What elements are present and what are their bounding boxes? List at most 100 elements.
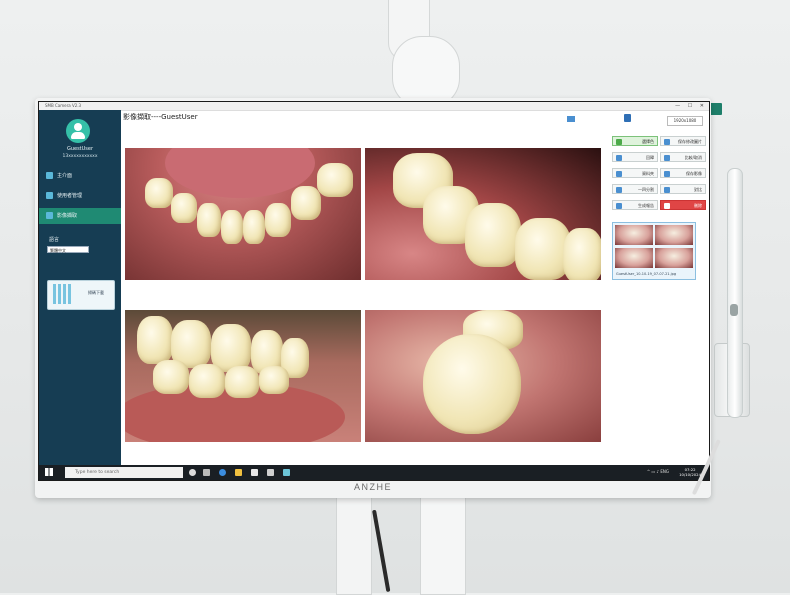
sidebar-item-label: 影像擷取 bbox=[57, 213, 78, 219]
generate-report-button[interactable]: 生成報告 bbox=[612, 200, 658, 210]
window-title: SMB Camera V2.3 bbox=[45, 103, 82, 108]
sidebar-item-label: 使用者管理 bbox=[57, 193, 83, 199]
sidebar-item-label: 主介面 bbox=[57, 173, 73, 179]
mail-icon[interactable] bbox=[267, 469, 274, 476]
system-tray[interactable]: ^ ▭ ♪ ENG bbox=[647, 469, 669, 474]
grid-icon bbox=[616, 187, 622, 193]
tooth bbox=[225, 366, 259, 398]
shield-icon[interactable] bbox=[624, 114, 631, 122]
tooth bbox=[221, 210, 243, 244]
language-label: 語言 bbox=[49, 237, 60, 243]
user-id: 13xxxxxxxxxxx bbox=[62, 154, 98, 159]
tooth bbox=[145, 178, 173, 208]
save-image-button[interactable]: 保存影像 bbox=[660, 168, 706, 178]
mount-arm-bottom-left bbox=[336, 496, 372, 595]
cloud-icon bbox=[664, 171, 670, 177]
video-icon[interactable] bbox=[567, 116, 575, 122]
capture-photo-1[interactable] bbox=[125, 148, 361, 280]
camera-icon bbox=[46, 212, 53, 219]
capture-photo-4[interactable] bbox=[365, 310, 601, 442]
compare-icon bbox=[664, 155, 670, 161]
button-label: 選擇色 bbox=[642, 139, 654, 144]
contrast-icon bbox=[664, 187, 670, 193]
monitor-brand-logo: ANZHE bbox=[353, 482, 392, 492]
report-icon bbox=[616, 203, 622, 209]
compare-cancel-button[interactable]: 比較/取消 bbox=[660, 152, 706, 162]
thumbnail-2[interactable] bbox=[655, 225, 693, 245]
delete-button[interactable]: 刪除 bbox=[660, 200, 706, 210]
folder-icon bbox=[616, 171, 622, 177]
tooth bbox=[265, 203, 291, 237]
tooth bbox=[153, 360, 189, 394]
mount-arm-bottom-right bbox=[420, 496, 466, 595]
camera-button[interactable] bbox=[730, 304, 738, 316]
tooth bbox=[259, 366, 289, 394]
button-label: 資料夾 bbox=[642, 171, 654, 176]
page-title: 影像擷取----GuestUser bbox=[123, 113, 198, 121]
taskbar-search-input[interactable]: Type here to search bbox=[65, 467, 183, 478]
button-label: 保存修改圖片 bbox=[678, 139, 702, 144]
tooth bbox=[317, 163, 353, 197]
window-titlebar: SMB Camera V2.3 — ☐ ✕ bbox=[39, 102, 709, 111]
molar bbox=[423, 334, 521, 434]
button-label: 比較/取消 bbox=[684, 155, 702, 160]
tooth bbox=[563, 228, 601, 280]
capture-photo-2[interactable] bbox=[365, 148, 601, 280]
folder-button[interactable]: 資料夾 bbox=[612, 168, 658, 178]
tooth bbox=[197, 203, 221, 237]
undo-icon bbox=[616, 155, 622, 161]
undo-button[interactable]: 回歸 bbox=[612, 152, 658, 162]
button-label: 一四分割 bbox=[638, 187, 654, 192]
button-label: 保存影像 bbox=[686, 171, 702, 176]
qr-download-card[interactable]: 掃碼下載 bbox=[47, 280, 115, 310]
button-label: 對比 bbox=[694, 187, 702, 192]
sidebar-item-image-capture[interactable]: 影像擷取 bbox=[39, 208, 121, 224]
cortana-icon[interactable] bbox=[189, 469, 196, 476]
tooth bbox=[465, 203, 521, 267]
tooth bbox=[243, 210, 265, 244]
sidebar: GuestUser 13xxxxxxxxxxx 主介面 使用者管理 影像擷取 語… bbox=[39, 110, 121, 465]
task-view-icon[interactable] bbox=[203, 469, 210, 476]
monitor: SMB Camera V2.3 — ☐ ✕ GuestUser 13xxxxxx… bbox=[35, 98, 711, 498]
language-select[interactable]: 繁體中文 bbox=[47, 246, 89, 253]
sidebar-item-home[interactable]: 主介面 bbox=[39, 168, 121, 184]
taskbar-clock[interactable]: 07:22 10/10/2024 bbox=[679, 467, 701, 477]
tooth bbox=[137, 316, 173, 364]
user-icon bbox=[46, 192, 53, 199]
app-icon[interactable] bbox=[283, 469, 290, 476]
sidebar-item-user-management[interactable]: 使用者管理 bbox=[39, 188, 121, 204]
color-icon bbox=[616, 139, 622, 145]
home-icon bbox=[46, 172, 53, 179]
intraoral-camera[interactable] bbox=[727, 168, 743, 418]
save-edited-image-button[interactable]: 保存修改圖片 bbox=[660, 136, 706, 146]
thumbnail-panel[interactable]: GuestUser_10-10-19_07-07-21.jpg bbox=[612, 222, 696, 280]
window-controls[interactable]: — ☐ ✕ bbox=[675, 102, 707, 110]
avatar[interactable] bbox=[66, 119, 90, 143]
clock-date: 10/10/2024 bbox=[679, 472, 701, 477]
contrast-button[interactable]: 對比 bbox=[660, 184, 706, 194]
resolution-select[interactable]: 1920x1080 bbox=[667, 116, 703, 126]
tooth bbox=[291, 186, 321, 220]
windows-start-icon[interactable] bbox=[45, 468, 53, 476]
color-select-button[interactable]: 選擇色 bbox=[612, 136, 658, 146]
tooth bbox=[171, 193, 197, 223]
power-cable bbox=[372, 509, 391, 593]
quad-split-button[interactable]: 一四分割 bbox=[612, 184, 658, 194]
taskbar: Type here to search ^ ▭ ♪ ENG 07:22 10/1… bbox=[39, 465, 709, 480]
qr-code-icon bbox=[53, 284, 73, 304]
capture-photo-3[interactable] bbox=[125, 310, 361, 442]
edit-icon bbox=[664, 139, 670, 145]
button-label: 回歸 bbox=[646, 155, 654, 160]
trash-icon bbox=[664, 203, 670, 209]
button-label: 刪除 bbox=[694, 203, 702, 208]
thumbnail-1[interactable] bbox=[615, 225, 653, 245]
thumbnail-3[interactable] bbox=[615, 248, 653, 268]
qr-label: 掃碼下載 bbox=[88, 290, 104, 295]
edge-icon[interactable] bbox=[219, 469, 226, 476]
thumbnail-caption: GuestUser_10-10-19_07-07-21.jpg bbox=[616, 272, 677, 276]
tooth bbox=[189, 364, 225, 398]
store-icon[interactable] bbox=[251, 469, 258, 476]
thumbnail-4[interactable] bbox=[655, 248, 693, 268]
file-explorer-icon[interactable] bbox=[235, 469, 242, 476]
button-label: 生成報告 bbox=[638, 203, 654, 208]
